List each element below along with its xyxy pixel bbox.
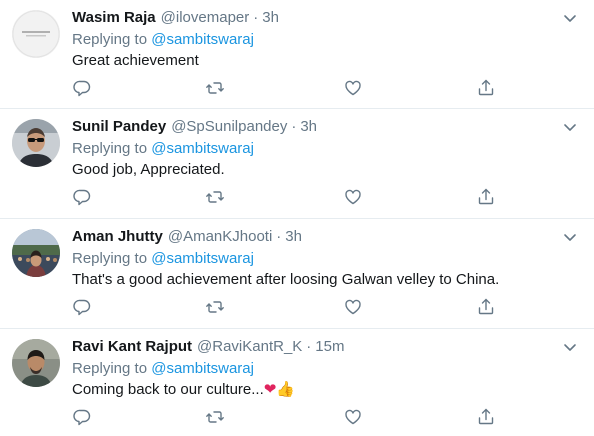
- chevron-down-icon[interactable]: [560, 227, 580, 247]
- replying-to: Replying to @sambitswaraj: [72, 249, 254, 269]
- action-bar: [72, 407, 512, 427]
- like-heart-icon[interactable]: [343, 297, 363, 317]
- display-name[interactable]: Aman Jhutty: [72, 228, 163, 245]
- action-bar: [72, 297, 512, 317]
- separator: ·: [306, 338, 312, 355]
- mention-link[interactable]: @sambitswaraj: [151, 360, 254, 377]
- action-bar: [72, 187, 512, 207]
- display-name[interactable]: Wasim Raja: [72, 9, 156, 26]
- chevron-down-icon[interactable]: [560, 337, 580, 357]
- tweet-text: Coming back to our culture...❤👍: [72, 380, 295, 400]
- replying-to: Replying to @sambitswaraj: [72, 30, 254, 50]
- reply-tweet[interactable]: Ravi Kant Rajput @RaviKantR_K · 15m Replyin…: [0, 329, 594, 436]
- display-name[interactable]: Sunil Pandey: [72, 118, 166, 135]
- user-handle[interactable]: @ilovemaper: [161, 9, 250, 26]
- reply-feed: Wasim Raja @ilovemaper · 3h Replying to @sa…: [0, 0, 594, 436]
- retweet-icon[interactable]: [205, 78, 225, 98]
- retweet-icon[interactable]: [205, 297, 225, 317]
- user-handle[interactable]: @AmanKJhooti: [168, 228, 272, 245]
- tweet-header: Sunil Pandey @SpSunilpandey · 3h: [72, 117, 317, 137]
- share-icon[interactable]: [476, 297, 496, 317]
- separator: ·: [276, 228, 282, 245]
- like-heart-icon[interactable]: [343, 407, 363, 427]
- share-icon[interactable]: [476, 187, 496, 207]
- display-name[interactable]: Ravi Kant Rajput: [72, 338, 192, 355]
- tweet-header: Wasim Raja @ilovemaper · 3h: [72, 8, 279, 28]
- chevron-down-icon[interactable]: [560, 117, 580, 137]
- thumbs-up-emoji: 👍: [276, 381, 296, 398]
- red-heart-emoji: ❤: [263, 381, 277, 398]
- action-bar: [72, 78, 512, 98]
- timestamp[interactable]: 15m: [315, 338, 344, 355]
- tweet-text: Great achievement: [72, 52, 199, 69]
- tweet-header: Ravi Kant Rajput @RaviKantR_K · 15m: [72, 337, 344, 357]
- user-handle[interactable]: @RaviKantR_K: [197, 338, 302, 355]
- mention-link[interactable]: @sambitswaraj: [151, 140, 254, 157]
- avatar[interactable]: [12, 119, 60, 167]
- retweet-icon[interactable]: [205, 407, 225, 427]
- reply-tweet[interactable]: Aman Jhutty @AmanKJhooti · 3h Replying to @…: [0, 219, 594, 329]
- mention-link[interactable]: @sambitswaraj: [151, 250, 254, 267]
- like-heart-icon[interactable]: [343, 78, 363, 98]
- timestamp[interactable]: 3h: [300, 118, 317, 135]
- replying-to: Replying to @sambitswaraj: [72, 139, 254, 159]
- avatar[interactable]: [12, 229, 60, 277]
- share-icon[interactable]: [476, 407, 496, 427]
- replying-prefix: Replying to: [72, 140, 148, 157]
- timestamp[interactable]: 3h: [262, 9, 279, 26]
- reply-tweet[interactable]: Wasim Raja @ilovemaper · 3h Replying to @sa…: [0, 0, 594, 109]
- replying-prefix: Replying to: [72, 250, 148, 267]
- replying-prefix: Replying to: [72, 360, 148, 377]
- user-handle[interactable]: @SpSunilpandey: [171, 118, 287, 135]
- reply-icon[interactable]: [72, 187, 92, 207]
- tweet-text: That's a good achievement after loosing …: [72, 271, 500, 288]
- reply-icon[interactable]: [72, 407, 92, 427]
- avatar[interactable]: [12, 10, 60, 58]
- mention-link[interactable]: @sambitswaraj: [151, 31, 254, 48]
- tweet-header: Aman Jhutty @AmanKJhooti · 3h: [72, 227, 302, 247]
- separator: ·: [291, 118, 297, 135]
- chevron-down-icon[interactable]: [560, 8, 580, 28]
- replying-prefix: Replying to: [72, 31, 148, 48]
- timestamp[interactable]: 3h: [285, 228, 302, 245]
- like-heart-icon[interactable]: [343, 187, 363, 207]
- share-icon[interactable]: [476, 78, 496, 98]
- avatar[interactable]: [12, 339, 60, 387]
- replying-to: Replying to @sambitswaraj: [72, 359, 254, 379]
- reply-icon[interactable]: [72, 78, 92, 98]
- man-portrait-icon: [12, 339, 60, 387]
- tweet-text-body: Coming back to our culture...: [72, 381, 264, 398]
- stadium-crowd-icon: [12, 229, 60, 277]
- reply-icon[interactable]: [72, 297, 92, 317]
- logo-badge-icon: [12, 10, 60, 58]
- tweet-text: Good job, Appreciated.: [72, 161, 225, 178]
- man-sunglasses-icon: [12, 119, 60, 167]
- retweet-icon[interactable]: [205, 187, 225, 207]
- reply-tweet[interactable]: Sunil Pandey @SpSunilpandey · 3h Replying t…: [0, 109, 594, 219]
- separator: ·: [253, 9, 259, 26]
